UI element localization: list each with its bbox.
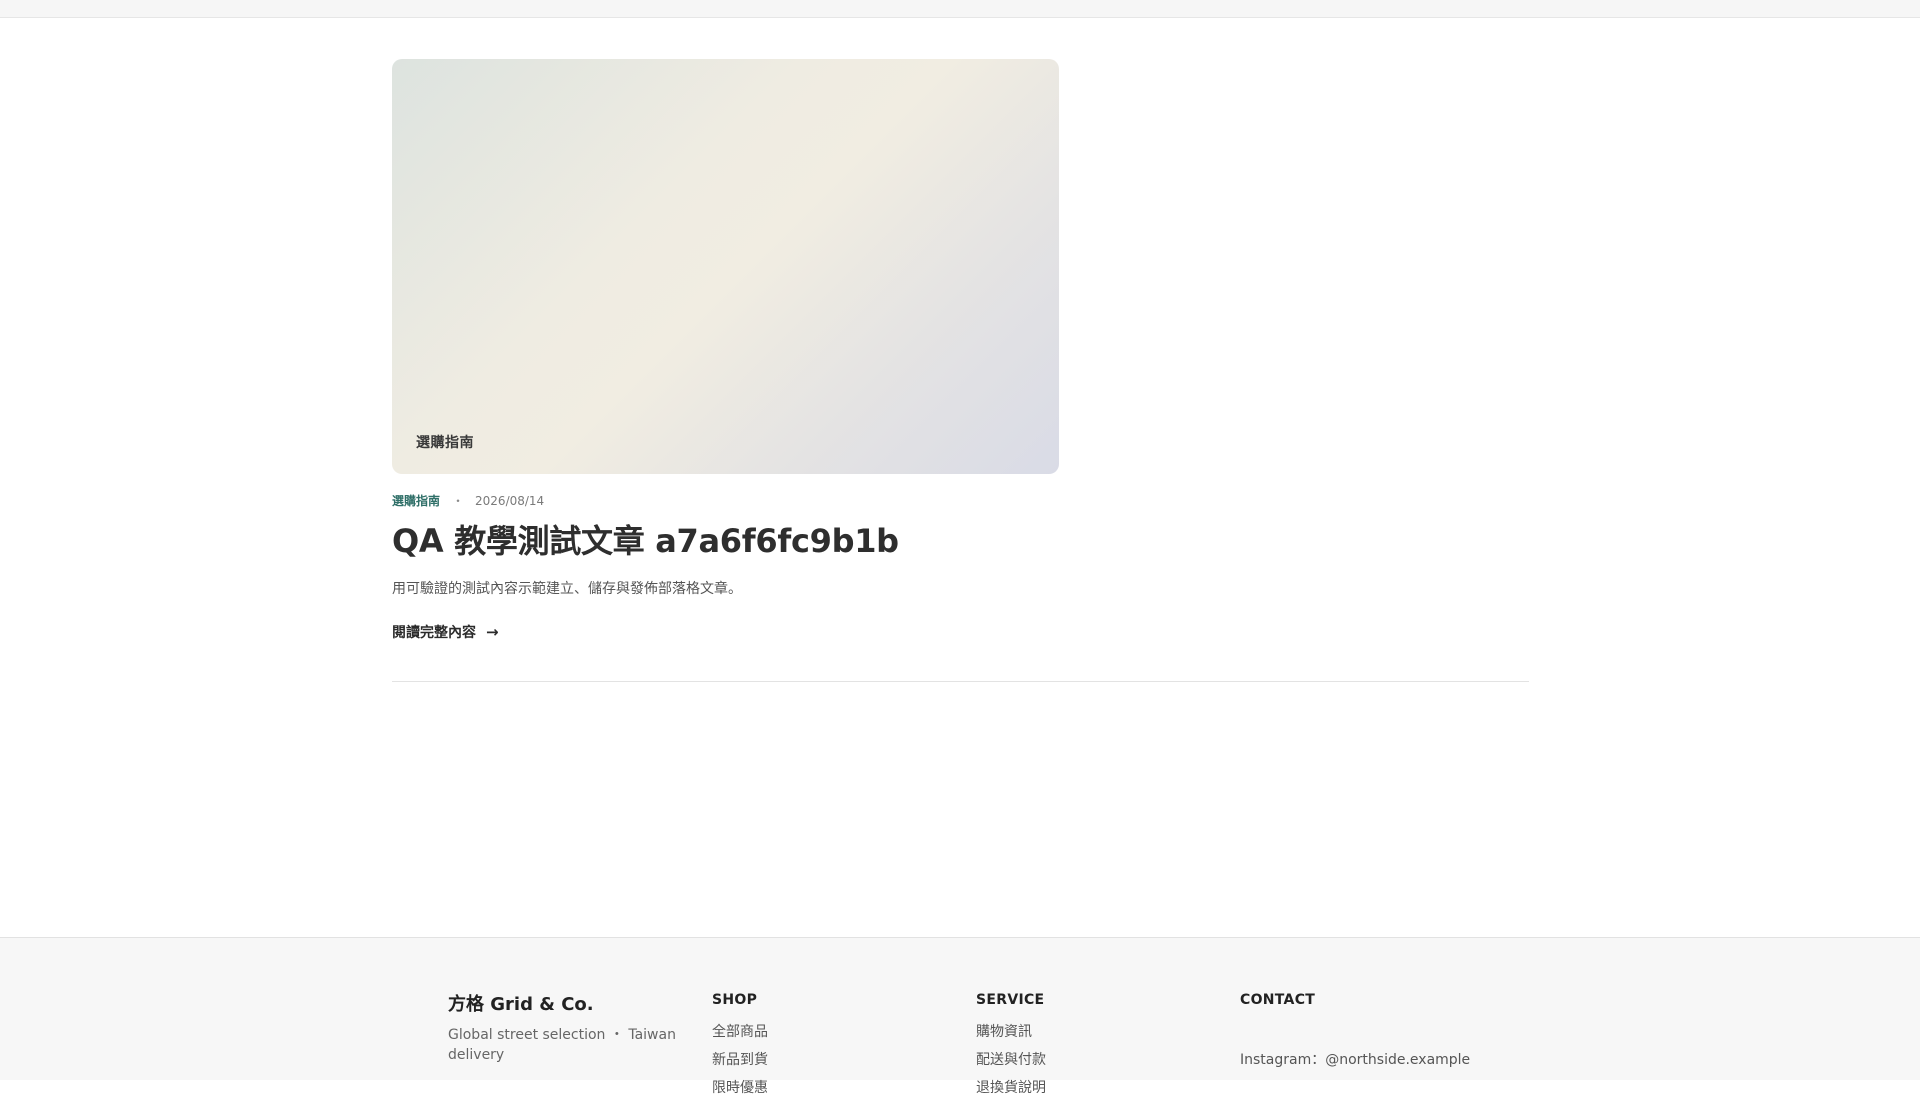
- footer-contact-heading: CONTACT: [1240, 992, 1316, 1008]
- footer-shop: SHOP 全部商品 新品到貨 限時優惠: [712, 990, 768, 1106]
- meta-separator: ・: [452, 494, 465, 508]
- footer-link-returns[interactable]: 退換貨說明: [976, 1078, 1046, 1098]
- post-cover-image[interactable]: 選購指南: [392, 59, 1059, 474]
- brand-tagline: Global street selection ・ Taiwan deliver…: [448, 1027, 676, 1063]
- cover-category-label: 選購指南: [416, 435, 474, 451]
- footer-service-heading: SERVICE: [976, 992, 1045, 1008]
- blog-list: 選購指南 選購指南 ・ 2026/08/14 QA 教學測試文章 a7a6f6f…: [392, 59, 1529, 682]
- section-divider: [392, 681, 1529, 682]
- read-more-label: 閱讀完整內容: [392, 625, 476, 641]
- post-title[interactable]: QA 教學測試文章 a7a6f6fc9b1b: [392, 521, 1059, 561]
- footer-contact: CONTACT Instagram：@northside.example: [1240, 990, 1470, 1070]
- footer-link-shipping-payment[interactable]: 配送與付款: [976, 1050, 1046, 1070]
- brand-name[interactable]: 方格 Grid & Co.: [448, 992, 688, 1018]
- footer-link-label: 購物資訊: [976, 1024, 1032, 1040]
- post-meta: 選購指南 ・ 2026/08/14: [392, 493, 1059, 509]
- post-category-link[interactable]: 選購指南: [392, 493, 440, 509]
- footer-link-label: 全部商品: [712, 1024, 768, 1040]
- footer-link-sale[interactable]: 限時優惠: [712, 1078, 768, 1098]
- footer-link-all-products[interactable]: 全部商品: [712, 1022, 768, 1042]
- footer-shop-heading: SHOP: [712, 992, 758, 1008]
- footer-service: SERVICE 購物資訊 配送與付款 退換貨說明: [976, 990, 1046, 1106]
- post-date: 2026/08/14: [475, 494, 545, 508]
- blog-post-card: 選購指南 選購指南 ・ 2026/08/14 QA 教學測試文章 a7a6f6f…: [392, 59, 1059, 642]
- arrow-right-icon: →: [486, 623, 499, 641]
- post-excerpt: 用可驗證的測試內容示範建立、儲存與發佈部落格文章。: [392, 581, 742, 597]
- site-footer: 方格 Grid & Co. Global street selection ・ …: [0, 937, 1920, 1096]
- footer-link-label: 新品到貨: [712, 1052, 768, 1068]
- footer-link-label: 限時優惠: [712, 1080, 768, 1096]
- footer-shop-links: 全部商品 新品到貨 限時優惠: [712, 1022, 768, 1098]
- footer-link-shopping-info[interactable]: 購物資訊: [976, 1022, 1046, 1042]
- footer-link-label: 退換貨說明: [976, 1080, 1046, 1096]
- top-bar: [0, 0, 1920, 18]
- footer-link-label: 配送與付款: [976, 1052, 1046, 1068]
- footer-service-links: 購物資訊 配送與付款 退換貨說明: [976, 1022, 1046, 1098]
- footer-link-new-arrivals[interactable]: 新品到貨: [712, 1050, 768, 1070]
- read-more-link[interactable]: 閱讀完整內容 →: [392, 622, 499, 642]
- footer-brand: 方格 Grid & Co. Global street selection ・ …: [448, 990, 688, 1065]
- instagram-link[interactable]: Instagram：@northside.example: [1240, 1050, 1470, 1070]
